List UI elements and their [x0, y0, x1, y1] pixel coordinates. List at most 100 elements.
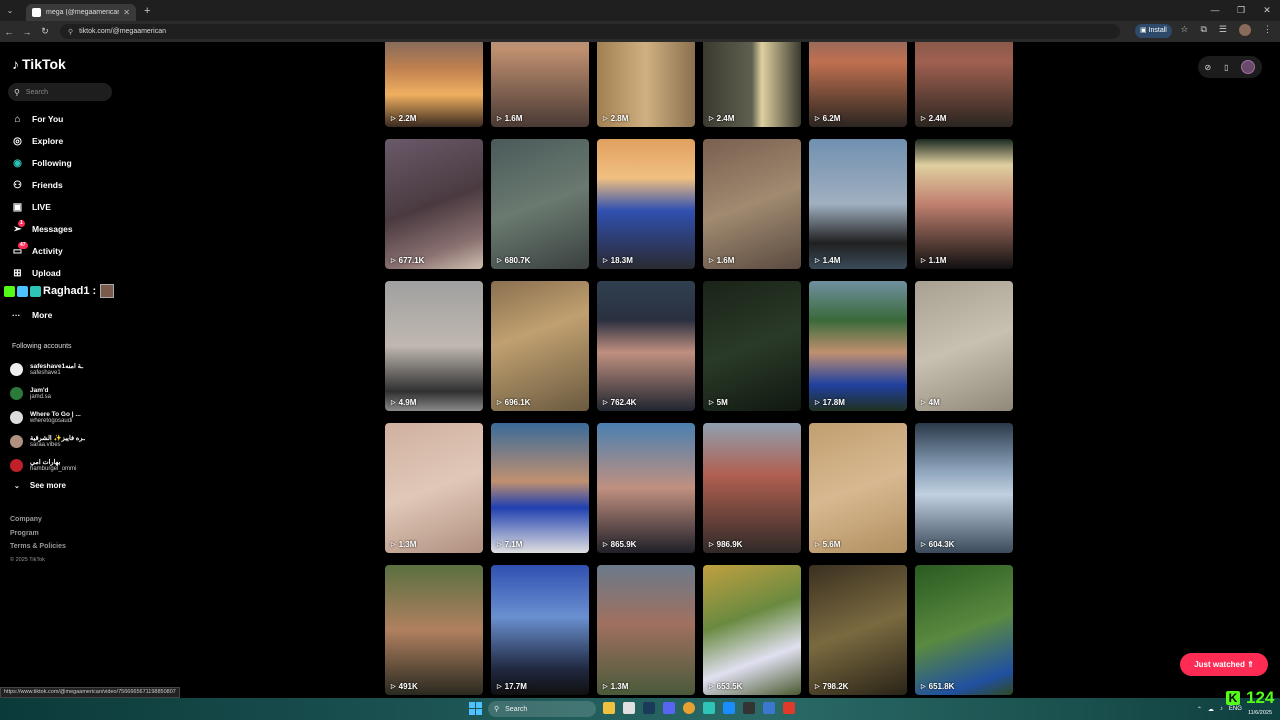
play-icon: ▷ [391, 400, 396, 406]
app-icon[interactable] [763, 702, 775, 714]
video-thumbnail[interactable]: ▷ 1.6M [703, 139, 801, 269]
video-thumbnail[interactable]: ▷ 651.8K [915, 565, 1013, 695]
video-thumbnail[interactable]: ▷ 680.7K [491, 139, 589, 269]
browser-menu-icon[interactable]: ⋮ [1263, 24, 1272, 36]
file-explorer-icon[interactable] [603, 702, 615, 714]
back-icon[interactable]: ← [0, 27, 18, 37]
video-thumbnail[interactable]: ▷ 2.4M [915, 42, 1013, 127]
video-thumbnail[interactable]: ▷ 2.4M [703, 42, 801, 127]
video-thumbnail[interactable]: ▷ 696.1K [491, 281, 589, 411]
toolbar-icons: ☆ ⧉ ☰ ⋮ [1180, 24, 1272, 36]
chrome-icon[interactable] [683, 702, 695, 714]
tray-chevron-icon[interactable]: ⌃ [1197, 706, 1202, 713]
sidebar-item-explore[interactable]: ◎ Explore [10, 130, 73, 152]
sidebar-item-messages[interactable]: ➢ 1 Messages [10, 218, 73, 240]
sidebar-item-activity[interactable]: ▭ 47 Activity [10, 240, 73, 262]
footer-link-company[interactable]: Company [10, 513, 66, 527]
clock-date: 11/6/2025 [1247, 710, 1272, 716]
footer-link-program[interactable]: Program [10, 527, 66, 541]
kick-emoji-icon [4, 285, 15, 297]
search-input[interactable]: ⚲ Search [8, 83, 112, 101]
profile-avatar-icon[interactable] [1239, 24, 1251, 36]
see-more-button[interactable]: ⌄ See more [14, 481, 66, 490]
network-icon[interactable]: ☁ [1208, 706, 1214, 713]
sidebar-item-for-you[interactable]: ⌂ For You [10, 108, 73, 130]
video-thumbnail[interactable]: ▷ 762.4K [597, 281, 695, 411]
bookmark-star-icon[interactable]: ☆ [1180, 24, 1188, 36]
windows-start-icon[interactable] [469, 702, 482, 715]
maximize-icon[interactable]: ❐ [1228, 0, 1254, 21]
steam-icon[interactable] [643, 702, 655, 714]
play-icon: ▷ [815, 116, 820, 122]
url-text: tiktok.com/@megaamerican [79, 28, 166, 35]
sidebar-toggle-icon[interactable]: ☰ [1219, 24, 1227, 36]
brave-icon[interactable] [783, 702, 795, 714]
sidebar-item-live[interactable]: ▣ LIVE [10, 196, 73, 218]
view-count-text: 2.4M [716, 114, 735, 123]
video-thumbnail[interactable]: ▷ 604.3K [915, 423, 1013, 553]
video-thumbnail[interactable]: ▷ 17.7M [491, 565, 589, 695]
following-account-item[interactable]: Jam'd jamd.sa [10, 381, 85, 405]
view-count-text: 1.6M [504, 114, 523, 123]
notes-app-icon[interactable] [623, 702, 635, 714]
video-thumbnail[interactable]: ▷ 986.9K [703, 423, 801, 553]
just-watched-button[interactable]: Just watched ⇑ [1180, 653, 1268, 676]
browser-tab-bar: ⌄ mega (@megaamerican) | TikTok ✕ + — ❐ … [0, 0, 1280, 21]
close-window-icon[interactable]: ✕ [1254, 0, 1280, 21]
video-thumbnail[interactable]: ▷ 1.4M [809, 139, 907, 269]
user-avatar[interactable] [1241, 60, 1256, 74]
video-thumbnail[interactable]: ▷ 2.2M [385, 42, 483, 127]
video-thumbnail[interactable]: ▷ 677.1K [385, 139, 483, 269]
new-tab-icon[interactable]: + [144, 5, 150, 17]
view-count: ▷ 4M [921, 398, 940, 407]
video-thumbnail[interactable]: ▷ 865.9K [597, 423, 695, 553]
avatar [10, 458, 23, 472]
video-thumbnail[interactable]: ▷ 798.2K [809, 565, 907, 695]
reload-icon[interactable]: ↻ [36, 26, 54, 37]
app-icon[interactable] [723, 702, 735, 714]
video-thumbnail[interactable]: ▷ 6.2M [809, 42, 907, 127]
video-thumbnail[interactable]: ▷ 4M [915, 281, 1013, 411]
footer-link-terms[interactable]: Terms & Policies [10, 540, 66, 554]
site-info-icon[interactable]: ⚲ [68, 28, 73, 36]
video-thumbnail[interactable]: ▷ 17.8M [809, 281, 907, 411]
url-field[interactable]: ⚲ tiktok.com/@megaamerican [60, 24, 1120, 39]
following-account-item[interactable]: Where To Go | ... wheretogosaudi [10, 405, 85, 429]
app-icon[interactable] [703, 702, 715, 714]
following-account-item[interactable]: بهارات امي hamburgel_ommi [10, 453, 85, 477]
tiktok-logo[interactable]: ♪ TikTok [12, 56, 66, 72]
sidebar-item-friends[interactable]: ⚇ Friends [10, 174, 73, 196]
following-account-item[interactable]: safeshave1ـة امنه safeshave1 [10, 357, 85, 381]
tab-search-icon[interactable]: ⌄ [0, 0, 20, 21]
forward-icon[interactable]: → [18, 27, 36, 37]
video-thumbnail[interactable]: ▷ 1.3M [597, 565, 695, 695]
more-menu-item[interactable]: ··· More [12, 310, 52, 320]
volume-icon[interactable]: ♪ [1220, 706, 1223, 712]
sidebar-item-upload[interactable]: ⊞ Upload [10, 262, 73, 284]
video-thumbnail[interactable]: ▷ 5M [703, 281, 801, 411]
video-thumbnail[interactable]: ▷ 1.3M [385, 423, 483, 553]
view-count-text: 1.3M [398, 540, 417, 549]
video-thumbnail[interactable]: ▷ 2.8M [597, 42, 695, 127]
video-thumbnail[interactable]: ▷ 491K [385, 565, 483, 695]
discord-icon[interactable] [663, 702, 675, 714]
following-account-item[interactable]: ـره فايبز✨ الشرقية saraa.vibes [10, 429, 85, 453]
obs-icon[interactable] [743, 702, 755, 714]
video-thumbnail[interactable]: ▷ 1.1M [915, 139, 1013, 269]
video-thumbnail[interactable]: ▷ 5.6M [809, 423, 907, 553]
sidebar-item-following[interactable]: ◉ Following [10, 152, 73, 174]
video-thumbnail[interactable]: ▷ 4.9M [385, 281, 483, 411]
install-app-button[interactable]: ▣ Install [1135, 24, 1172, 38]
video-thumbnail[interactable]: ▷ 1.6M [491, 42, 589, 127]
extensions-icon[interactable]: ⧉ [1200, 24, 1206, 36]
browser-tab[interactable]: mega (@megaamerican) | TikTok ✕ [26, 4, 136, 21]
device-icon[interactable]: ▯ [1224, 63, 1228, 72]
taskbar-search[interactable]: ⚲ Search [488, 701, 596, 717]
coins-icon[interactable]: ⊘ [1204, 63, 1211, 72]
search-icon: ⚲ [494, 706, 500, 713]
minimize-icon[interactable]: — [1202, 0, 1228, 21]
close-tab-icon[interactable]: ✕ [123, 8, 130, 17]
video-thumbnail[interactable]: ▷ 18.3M [597, 139, 695, 269]
video-thumbnail[interactable]: ▷ 7.1M [491, 423, 589, 553]
video-thumbnail[interactable]: ▷ 653.5K [703, 565, 801, 695]
